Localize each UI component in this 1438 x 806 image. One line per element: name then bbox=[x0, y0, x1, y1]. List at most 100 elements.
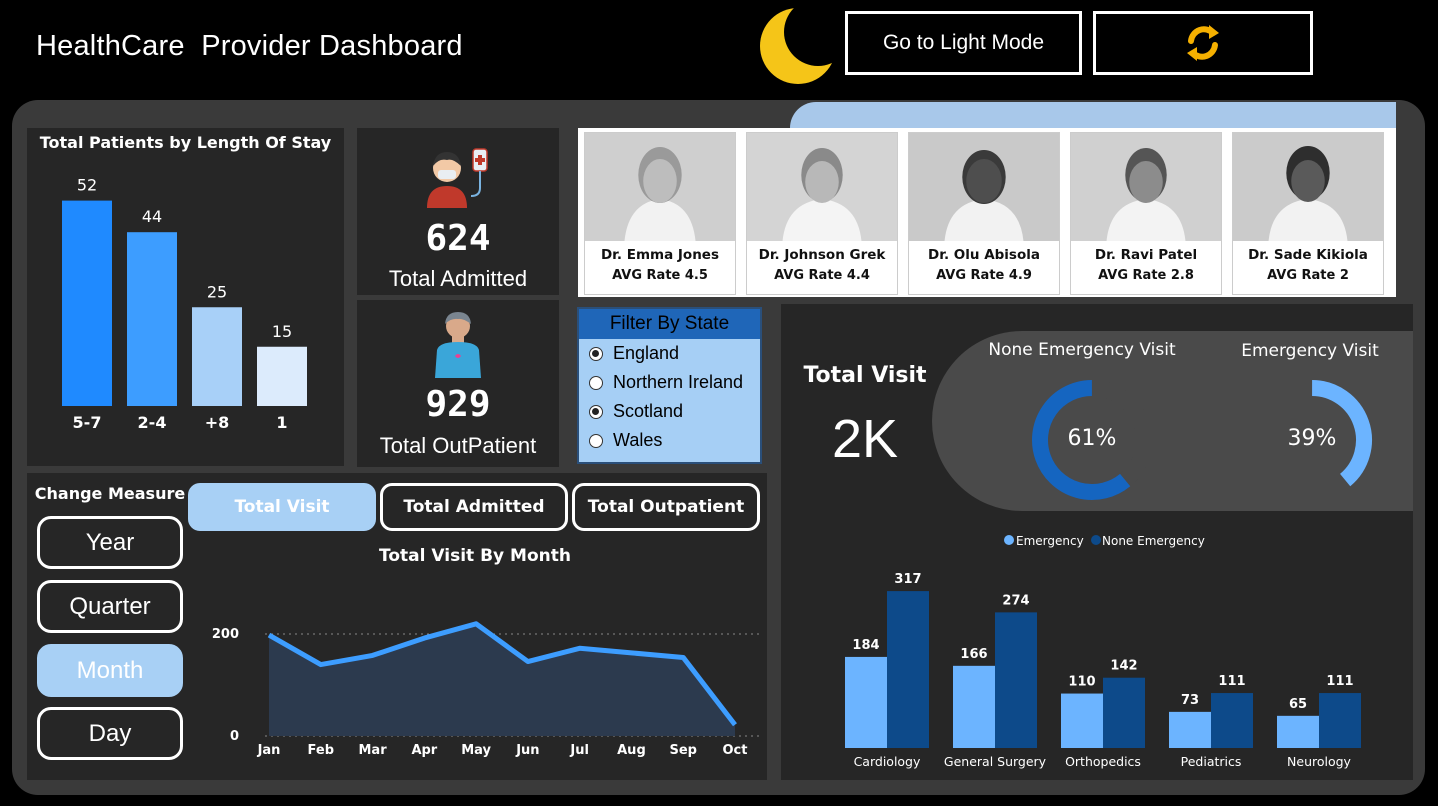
change-measure-title: Change Measure bbox=[34, 484, 186, 503]
dept-data-label: 274 bbox=[1002, 593, 1029, 608]
legend-label: Emergency bbox=[1016, 534, 1084, 548]
dept-bar bbox=[953, 665, 995, 748]
x-tick-label: Oct bbox=[723, 743, 748, 758]
doctor-name: Dr. Johnson Grek bbox=[758, 247, 886, 263]
doctor-card[interactable]: Dr. Emma Jones AVG Rate 4.5 bbox=[584, 132, 736, 295]
doctor-cards: Dr. Emma Jones AVG Rate 4.5 Dr. Johnson … bbox=[578, 128, 1396, 297]
radio-icon[interactable] bbox=[589, 404, 603, 419]
metric-label: Total Admitted bbox=[403, 497, 545, 517]
los-bar bbox=[127, 232, 177, 406]
dept-bar bbox=[1169, 711, 1211, 748]
filter-option-scotland[interactable]: Scotland bbox=[579, 397, 760, 426]
dept-category-label: Pediatrics bbox=[1181, 754, 1242, 769]
x-tick-label: Mar bbox=[358, 743, 387, 758]
legend-swatch bbox=[1004, 535, 1014, 545]
filter-option-wales[interactable]: Wales bbox=[579, 426, 760, 455]
radio-icon[interactable] bbox=[589, 433, 603, 448]
doctor-card[interactable]: Dr. Olu Abisola AVG Rate 4.9 bbox=[908, 132, 1060, 295]
outpatient-card: 929 Total OutPatient bbox=[357, 300, 559, 467]
metric-total-visit-button[interactable]: Total Visit bbox=[188, 483, 376, 531]
doctor-name: Dr. Emma Jones bbox=[600, 247, 720, 263]
x-tick-label: Jun bbox=[515, 743, 539, 758]
filter-option-england[interactable]: England bbox=[579, 339, 760, 368]
page-title: HealthCare Provider Dashboard bbox=[36, 30, 463, 62]
total-visit-label: Total Visit bbox=[803, 363, 927, 388]
dept-data-label: 142 bbox=[1110, 659, 1137, 674]
doctor-name: Dr. Ravi Patel bbox=[1094, 247, 1198, 263]
measure-day-button[interactable]: Day bbox=[37, 707, 183, 760]
x-tick-label: Aug bbox=[617, 743, 646, 758]
emergency-pct: 39% bbox=[1287, 426, 1337, 451]
doctor-rate: AVG Rate 4.4 bbox=[774, 268, 870, 283]
doctor-name: Dr. Sade Kikiola bbox=[1248, 247, 1368, 263]
dept-category-label: General Surgery bbox=[944, 754, 1047, 769]
measure-month-button[interactable]: Month bbox=[37, 644, 183, 697]
filter-option-label: Wales bbox=[613, 430, 663, 450]
los-category-label: +8 bbox=[205, 413, 230, 432]
los-category-label: 1 bbox=[276, 413, 287, 432]
dept-data-label: 184 bbox=[852, 638, 879, 653]
doctor-rate: AVG Rate 2.8 bbox=[1098, 268, 1194, 283]
panel-accent-tab bbox=[790, 102, 1396, 128]
metric-label: Total Outpatient bbox=[587, 497, 745, 517]
doctor-photo bbox=[1233, 133, 1383, 241]
state-filter: Filter By State England Northern Ireland… bbox=[577, 307, 762, 464]
measure-year-button[interactable]: Year bbox=[37, 516, 183, 569]
doctor-photo bbox=[909, 133, 1059, 241]
dept-bar bbox=[1211, 693, 1253, 748]
x-tick-label: Jan bbox=[257, 743, 281, 758]
moon-icon[interactable] bbox=[756, 2, 840, 88]
outpatient-value: 929 bbox=[425, 384, 491, 425]
dept-bar bbox=[887, 591, 929, 748]
dept-bar bbox=[995, 612, 1037, 748]
dept-bar bbox=[1277, 715, 1319, 748]
dept-category-label: Neurology bbox=[1287, 754, 1352, 769]
doctor-photo bbox=[1071, 133, 1221, 241]
length-of-stay-chart: 52 5-7 44 2-4 25 +8 15 1 bbox=[62, 176, 307, 432]
outpatient-label: Total OutPatient bbox=[379, 433, 537, 458]
doctor-card[interactable]: Dr. Sade Kikiola AVG Rate 2 bbox=[1232, 132, 1384, 295]
los-bar bbox=[257, 346, 307, 406]
dept-data-label: 65 bbox=[1289, 697, 1307, 712]
los-data-label: 44 bbox=[142, 207, 162, 226]
measure-quarter-button[interactable]: Quarter bbox=[37, 580, 183, 633]
refresh-button[interactable] bbox=[1093, 11, 1313, 75]
admitted-value: 624 bbox=[425, 218, 491, 259]
radio-icon[interactable] bbox=[589, 375, 603, 390]
metric-total-outpatient-button[interactable]: Total Outpatient bbox=[572, 483, 760, 531]
doctor-photo bbox=[747, 133, 897, 241]
doctor-card[interactable]: Dr. Ravi Patel AVG Rate 2.8 bbox=[1070, 132, 1222, 295]
doctor-card[interactable]: Dr. Johnson Grek AVG Rate 4.4 bbox=[746, 132, 898, 295]
light-mode-button[interactable]: Go to Light Mode bbox=[845, 11, 1082, 75]
y-tick-label: 200 bbox=[212, 627, 239, 642]
department-visits-chart: Emergency None Emergency 184 317 Cardiology 1… bbox=[845, 534, 1361, 769]
los-data-label: 25 bbox=[207, 282, 227, 301]
los-data-label: 15 bbox=[272, 322, 292, 341]
los-bar bbox=[192, 307, 242, 406]
patient-drip-icon bbox=[427, 148, 488, 208]
doctor-rate: AVG Rate 2 bbox=[1267, 268, 1349, 283]
filter-title: Filter By State bbox=[579, 309, 760, 339]
los-bar bbox=[62, 200, 112, 406]
filter-option-label: Scotland bbox=[613, 401, 684, 421]
metric-total-admitted-button[interactable]: Total Admitted bbox=[380, 483, 568, 531]
x-tick-label: Jul bbox=[569, 743, 589, 758]
radio-icon[interactable] bbox=[589, 346, 603, 361]
dept-data-label: 111 bbox=[1326, 674, 1353, 689]
los-data-label: 52 bbox=[77, 176, 97, 195]
measure-label: Day bbox=[88, 719, 132, 747]
dept-bar bbox=[1103, 677, 1145, 748]
x-tick-label: Apr bbox=[411, 743, 437, 758]
emergency-label: Emergency Visit bbox=[1241, 341, 1379, 361]
non-emergency-label: None Emergency Visit bbox=[988, 340, 1176, 360]
doctor-name: Dr. Olu Abisola bbox=[928, 247, 1040, 263]
line-chart-title: Total Visit By Month bbox=[379, 546, 571, 566]
filter-option-northern-ireland[interactable]: Northern Ireland bbox=[579, 368, 760, 397]
filter-option-label: England bbox=[613, 343, 680, 363]
filter-option-label: Northern Ireland bbox=[613, 372, 744, 392]
admitted-card: 624 Total Admitted bbox=[357, 128, 559, 295]
dept-bar bbox=[845, 656, 887, 748]
light-mode-label: Go to Light Mode bbox=[882, 31, 1045, 54]
dept-data-label: 73 bbox=[1181, 693, 1199, 708]
measure-label: Month bbox=[76, 656, 144, 684]
